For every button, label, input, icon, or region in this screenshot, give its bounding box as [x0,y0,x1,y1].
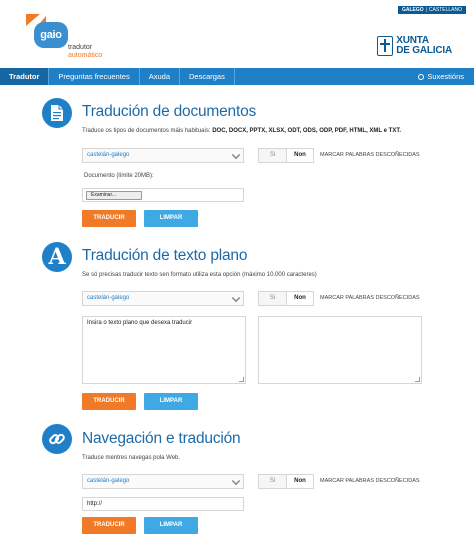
plain-text-clear-button[interactable]: LIMPAR [144,393,198,410]
logo-subtitle-1: tradutor [68,44,93,51]
lang-galego-link[interactable]: GALEGO [402,7,424,13]
xunta-emblem-icon [377,36,394,56]
documents-desc-formats: DOC, DOCX, PPTX, XLSX, ODT, ODS, ODP, PD… [212,128,401,134]
browse-button[interactable]: Examinar... [86,191,142,200]
gaio-logo[interactable]: gaio tradutor automático [26,14,102,68]
letter-a-icon: A [42,242,72,272]
plain-text-select-value: castelán-galego [87,295,130,301]
nav-item-axuda[interactable]: Axuda [140,68,180,85]
document-icon [42,98,72,128]
documents-mark-label: MARCAR PALABRAS DESCOÑECIDAS [320,152,420,158]
web-toggle-non[interactable]: Non [285,475,313,488]
suggest-label: Suxestións [427,72,464,81]
web-clear-button[interactable]: LIMPAR [144,517,198,534]
documents-description: Traduce os tipos de documentos máis habi… [82,128,401,134]
lang-castellano-link[interactable]: CASTELLANO [429,7,462,13]
xunta-wordmark: XUNTA DE GALICIA [396,36,452,56]
chevron-down-icon [231,150,241,160]
documents-toggle-si[interactable]: Si [259,149,286,162]
nav-item-tradutor[interactable]: Tradutor [0,68,50,85]
documents-clear-button[interactable]: LIMPAR [144,210,198,227]
resize-handle-icon[interactable] [415,377,420,382]
location-pin-icon [418,73,425,80]
nav-item-descargas[interactable]: Descargas [180,68,235,85]
logo-subtitle-2: automático [68,52,103,59]
url-input[interactable]: http:// [82,497,244,511]
web-language-select[interactable]: castelán-galego [82,474,244,489]
chevron-down-icon [231,293,241,303]
chevron-down-icon [231,476,241,486]
main-nav: Tradutor Preguntas frecuentes Axuda Desc… [0,68,474,85]
plain-text-mark-toggle: Si Non [258,291,314,306]
web-title: Navegación e tradución [82,430,241,447]
documents-toggle-non[interactable]: Non [285,149,313,162]
documents-title: Tradución de documentos [82,103,257,120]
logo-text: gaio [40,29,62,41]
language-switcher: GALEGO | CASTELLANO [397,6,466,14]
documents-mark-toggle: Si Non [258,148,314,163]
documents-translate-button[interactable]: TRADUCIR [82,210,136,227]
file-input: Examinar... [82,188,244,202]
web-mark-toggle: Si Non [258,474,314,489]
xunta-line-2: DE GALICIA [396,45,452,56]
plain-text-translate-button[interactable]: TRADUCIR [82,393,136,410]
documents-select-value: castelán-galego [87,152,130,158]
resize-handle-icon[interactable] [239,377,244,382]
source-text-area[interactable]: Insira o texto plano que desexa traducir [82,316,246,384]
file-limit-label: Documento (límite 20MB): [84,173,154,179]
documents-language-select[interactable]: castelán-galego [82,148,244,163]
nav-item-suxestions[interactable]: Suxestións [418,72,474,81]
plain-text-description: Se só precisas traducir texto sen format… [82,272,317,278]
web-toggle-si[interactable]: Si [259,475,286,488]
translated-text-area[interactable] [258,316,422,384]
web-select-value: castelán-galego [87,478,130,484]
web-description: Traduce mentres navegas pola Web. [82,455,181,461]
link-chain-icon [42,424,72,454]
lang-separator: | [425,7,427,13]
plain-text-toggle-non[interactable]: Non [285,292,313,305]
logo-bubble: gaio [34,22,68,48]
plain-text-language-select[interactable]: castelán-galego [82,291,244,306]
nav-item-preguntas[interactable]: Preguntas frecuentes [49,68,140,85]
documents-desc-prefix: Traduce os tipos de documentos máis habi… [82,128,213,134]
plain-text-mark-label: MARCAR PALABRAS DESCOÑECIDAS [320,295,420,301]
plain-text-toggle-si[interactable]: Si [259,292,286,305]
xunta-logo[interactable]: XUNTA DE GALICIA [377,36,452,56]
plain-text-title: Tradución de texto plano [82,247,248,264]
source-text-placeholder: Insira o texto plano que desexa traducir [87,320,193,326]
web-translate-button[interactable]: TRADUCIR [82,517,136,534]
web-mark-label: MARCAR PALABRAS DESCOÑECIDAS [320,478,420,484]
